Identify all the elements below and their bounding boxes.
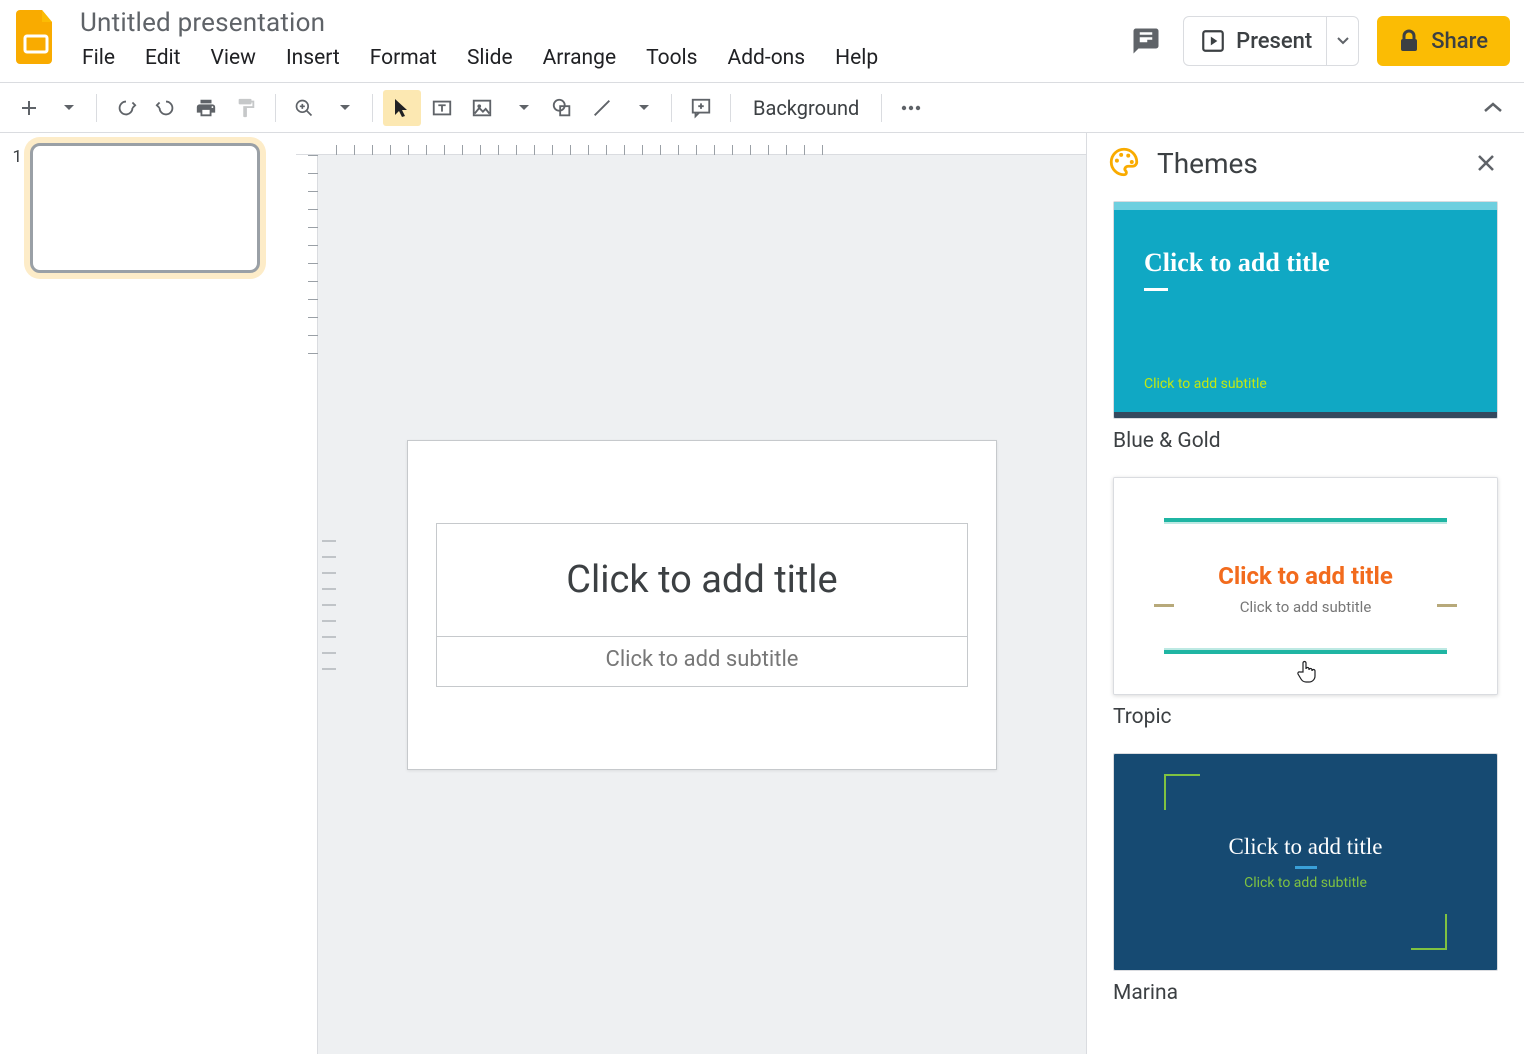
present-button[interactable]: Present	[1183, 16, 1359, 66]
chevron-up-icon	[1483, 101, 1503, 115]
themes-title: Themes	[1157, 147, 1454, 180]
separator	[275, 94, 276, 122]
preview-title: Click to add title	[1218, 562, 1393, 590]
collapse-toolbar-button[interactable]	[1474, 90, 1512, 126]
theme-name: Marina	[1113, 981, 1498, 1005]
menu-addons[interactable]: Add-ons	[714, 42, 820, 74]
comments-icon[interactable]	[1127, 22, 1165, 60]
plus-icon	[20, 99, 38, 117]
preview-subtitle: Click to add subtitle	[1244, 875, 1367, 891]
palette-icon	[1107, 145, 1143, 181]
theme-card-marina[interactable]: Click to add title Click to add subtitle	[1113, 753, 1498, 971]
zoom-button[interactable]	[286, 90, 322, 126]
textbox-tool[interactable]	[423, 90, 461, 126]
image-dropdown[interactable]	[503, 90, 541, 126]
select-tool[interactable]	[383, 90, 421, 126]
new-slide-dropdown[interactable]	[48, 90, 86, 126]
preview-subtitle: Click to add subtitle	[1144, 376, 1267, 392]
slide-number: 1	[6, 147, 22, 167]
more-icon	[900, 104, 922, 112]
menu-view[interactable]: View	[197, 42, 270, 74]
theme-card-blue-gold[interactable]: Click to add title Click to add subtitle	[1113, 201, 1498, 419]
menu-file[interactable]: File	[80, 42, 129, 74]
theme-name: Tropic	[1113, 705, 1498, 729]
paint-format-button[interactable]	[227, 90, 265, 126]
print-icon	[195, 97, 217, 119]
zoom-dropdown[interactable]	[324, 90, 362, 126]
comment-tool[interactable]	[682, 90, 720, 126]
separator	[881, 94, 882, 122]
line-tool[interactable]	[583, 90, 621, 126]
more-button[interactable]	[892, 90, 930, 126]
menu-bar: File Edit View Insert Format Slide Arran…	[80, 42, 1127, 74]
theme-name: Blue & Gold	[1113, 429, 1498, 453]
zoom-icon	[294, 98, 314, 118]
line-dropdown[interactable]	[623, 90, 661, 126]
textbox-icon	[431, 97, 453, 119]
slides-logo[interactable]	[14, 8, 58, 66]
preview-title: Click to add title	[1144, 248, 1467, 278]
document-title[interactable]: Untitled presentation	[80, 8, 1127, 38]
new-slide-button[interactable]	[12, 90, 46, 126]
theme-preview: Click to add title Click to add subtitle	[1114, 202, 1497, 418]
slide-thumb-row[interactable]: 1	[6, 143, 290, 273]
ruler-horizontal	[296, 133, 1086, 155]
separator	[730, 94, 731, 122]
chevron-down-icon	[1337, 37, 1349, 45]
redo-icon	[155, 97, 177, 119]
close-icon	[1476, 153, 1496, 173]
preview-subtitle: Click to add subtitle	[1240, 598, 1372, 616]
menu-tools[interactable]: Tools	[632, 42, 711, 74]
image-icon	[471, 97, 493, 119]
main-area: 1 Click to add title Click to add subtit…	[0, 132, 1524, 1054]
subtitle-placeholder[interactable]: Click to add subtitle	[436, 637, 968, 687]
present-icon	[1200, 28, 1226, 54]
preview-title: Click to add title	[1229, 834, 1383, 860]
print-button[interactable]	[187, 90, 225, 126]
title-placeholder[interactable]: Click to add title	[436, 523, 968, 637]
shape-icon	[551, 97, 573, 119]
share-label: Share	[1431, 29, 1488, 54]
ruler-vertical	[296, 155, 318, 1054]
separator	[96, 94, 97, 122]
menu-slide[interactable]: Slide	[453, 42, 527, 74]
theme-preview: Click to add title Click to add subtitle	[1114, 754, 1497, 970]
theme-preview: Click to add title Click to add subtitle	[1114, 478, 1497, 694]
canvas-column: Click to add title Click to add subtitle	[296, 133, 1086, 1054]
present-dropdown[interactable]	[1326, 17, 1358, 65]
separator	[372, 94, 373, 122]
background-button[interactable]: Background	[741, 96, 871, 120]
close-themes-button[interactable]	[1468, 149, 1504, 177]
slide-thumbnail[interactable]	[30, 143, 260, 273]
separator	[671, 94, 672, 122]
shape-tool[interactable]	[543, 90, 581, 126]
present-label: Present	[1236, 29, 1312, 54]
line-icon	[591, 97, 613, 119]
paint-format-icon	[235, 97, 257, 119]
undo-icon	[115, 97, 137, 119]
menu-format[interactable]: Format	[356, 42, 451, 74]
active-slide[interactable]: Click to add title Click to add subtitle	[407, 440, 997, 770]
share-button[interactable]: Share	[1377, 16, 1510, 66]
lock-icon	[1399, 29, 1419, 53]
redo-button[interactable]	[147, 90, 185, 126]
menu-arrange[interactable]: Arrange	[529, 42, 630, 74]
canvas[interactable]: Click to add title Click to add subtitle	[318, 155, 1086, 1054]
speaker-notes-gutter	[318, 540, 340, 670]
app-header: Untitled presentation File Edit View Ins…	[0, 0, 1524, 82]
themes-list[interactable]: Click to add title Click to add subtitle…	[1087, 201, 1524, 1054]
image-tool[interactable]	[463, 90, 501, 126]
add-comment-icon	[690, 97, 712, 119]
menu-help[interactable]: Help	[821, 42, 892, 74]
menu-edit[interactable]: Edit	[131, 42, 195, 74]
undo-button[interactable]	[107, 90, 145, 126]
theme-card-tropic[interactable]: Click to add title Click to add subtitle	[1113, 477, 1498, 695]
themes-panel: Themes Click to add title Click to add s…	[1086, 133, 1524, 1054]
menu-insert[interactable]: Insert	[272, 42, 354, 74]
cursor-icon	[393, 98, 411, 118]
filmstrip[interactable]: 1	[0, 133, 296, 1054]
pointer-cursor-icon	[1296, 660, 1316, 684]
toolbar: Background	[0, 82, 1524, 132]
